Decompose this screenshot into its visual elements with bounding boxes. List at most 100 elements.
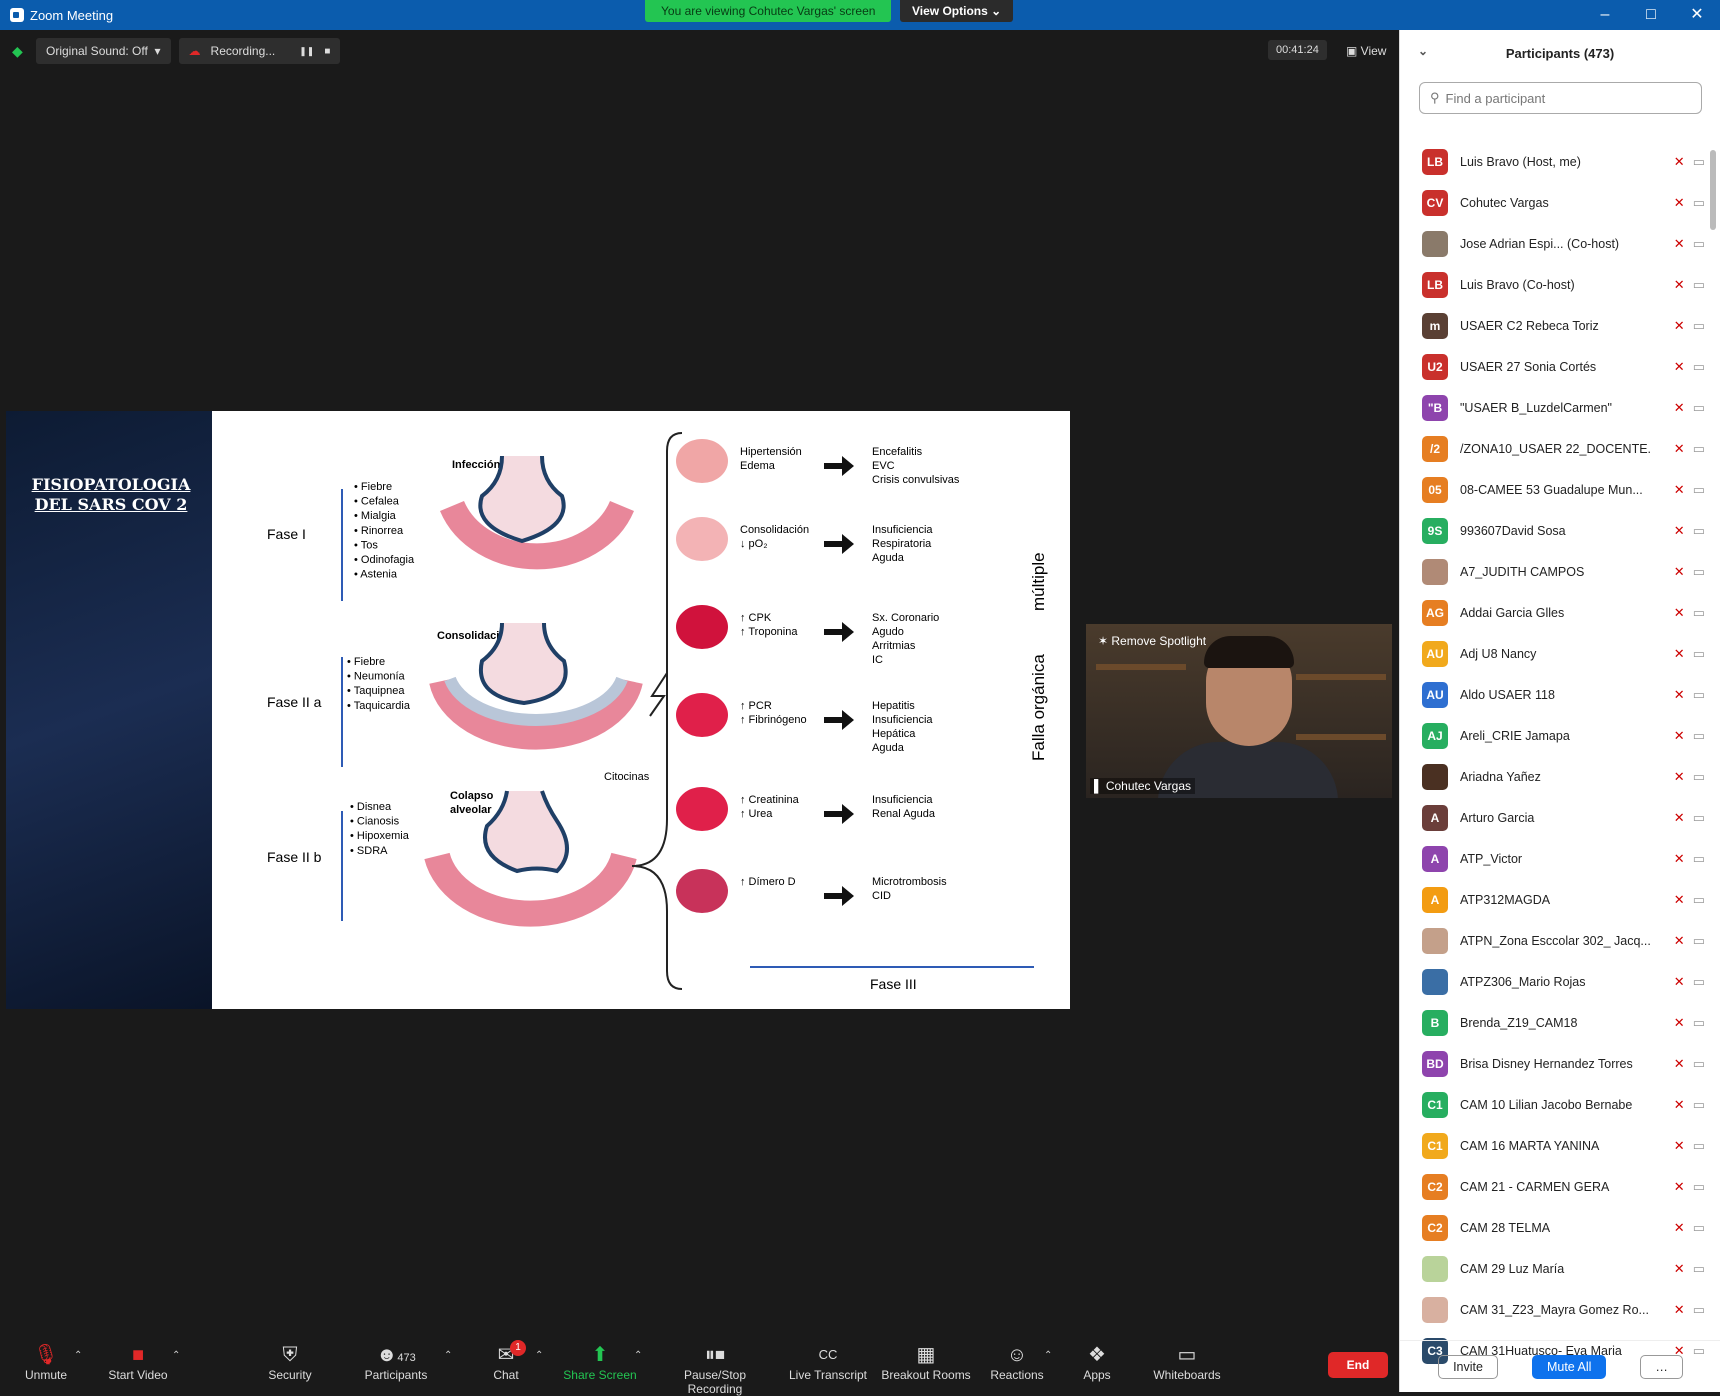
participant-row[interactable]: ATPN_Zona Esccolar 302_ Jacq... ✕ ▭ xyxy=(1400,920,1705,961)
organ-icon xyxy=(676,869,728,913)
share-screen-label: Share Screen xyxy=(563,1368,637,1382)
stop-recording-icon[interactable]: ■ xyxy=(324,46,330,57)
avatar xyxy=(1422,230,1448,257)
participant-name: Jose Adrian Espi... (Co-host) xyxy=(1460,236,1620,251)
participants-button[interactable]: ☻473 Participants xyxy=(346,1342,446,1382)
participant-row[interactable]: A ATP312MAGDA ✕ ▭ xyxy=(1400,879,1705,920)
original-sound-toggle[interactable]: Original Sound: Off ▾ xyxy=(36,38,171,64)
participant-row[interactable]: Jose Adrian Espi... (Co-host) ✕ ▭ xyxy=(1400,223,1705,264)
participant-row[interactable]: 05 08-CAMEE 53 Guadalupe Mun... ✕ ▭ xyxy=(1400,469,1705,510)
participant-name: Arturo Garcia xyxy=(1460,810,1535,825)
apps-label: Apps xyxy=(1083,1368,1111,1382)
participant-row[interactable]: CV Cohutec Vargas ✕ ▭ xyxy=(1400,182,1705,223)
participant-row[interactable]: AU Adj U8 Nancy ✕ ▭ xyxy=(1400,633,1705,674)
participant-row[interactable]: AJ Areli_CRIE Jamapa ✕ ▭ xyxy=(1400,715,1705,756)
participant-row[interactable]: /2 /ZONA10_USAER 22_DOCENTE... ✕ ▭ xyxy=(1400,428,1705,469)
view-label: View xyxy=(1360,44,1387,58)
organ-icon xyxy=(676,517,728,561)
end-meeting-button[interactable]: End xyxy=(1328,1352,1388,1378)
remove-spotlight-button[interactable]: ✶ Remove Spotlight xyxy=(1098,634,1206,648)
search-icon: ⚲ xyxy=(1430,90,1440,105)
participants-caret-icon[interactable]: ⌃ xyxy=(444,1350,452,1361)
participant-row[interactable]: B Brenda_Z19_CAM18 ✕ ▭ xyxy=(1400,1002,1705,1043)
start-video-label: Start Video xyxy=(108,1368,168,1382)
close-button[interactable]: ✕ xyxy=(1674,0,1720,30)
outcome-text: Insuficiencia xyxy=(872,714,933,726)
video-options-caret-icon[interactable]: ⌃ xyxy=(172,1350,180,1361)
participant-row[interactable]: LB Luis Bravo (Host, me) ✕ ▭ xyxy=(1400,141,1705,182)
symptom-item: • Astenia xyxy=(354,569,398,581)
organ-failure-label: Falla orgánica xyxy=(1029,654,1048,761)
security-button[interactable]: ⛨ Security xyxy=(240,1342,340,1382)
start-video-button[interactable]: ■ Start Video xyxy=(88,1342,188,1382)
cloud-record-icon: ☁ xyxy=(188,44,201,58)
participant-row[interactable]: AU Aldo USAER 118 ✕ ▭ xyxy=(1400,674,1705,715)
participant-row[interactable]: m USAER C2 Rebeca Toriz ✕ ▭ xyxy=(1400,305,1705,346)
participant-row[interactable]: Ariadna Yañez ✕ ▭ xyxy=(1400,756,1705,797)
participants-panel: ⌄ Participants (473) ⚲ Find a participan… xyxy=(1399,30,1720,1392)
scrollbar[interactable] xyxy=(1710,150,1716,230)
mic-muted-icon: ✕ xyxy=(1673,522,1685,538)
view-options-button[interactable]: View Options ⌄ xyxy=(900,0,1014,22)
mic-muted-icon: ✕ xyxy=(1673,1178,1685,1194)
share-caret-icon[interactable]: ⌃ xyxy=(634,1350,642,1361)
apps-button[interactable]: ❖ Apps xyxy=(1047,1342,1147,1382)
invite-button[interactable]: Invite xyxy=(1438,1354,1498,1379)
participant-row[interactable]: CAM 29 Luz María ✕ ▭ xyxy=(1400,1248,1705,1289)
recording-indicator: ☁ Recording... ❚❚ ■ xyxy=(178,38,341,64)
chat-button[interactable]: ✉ 1 Chat xyxy=(456,1340,556,1382)
view-button[interactable]: ▣ View xyxy=(1338,40,1394,62)
phase1-symptoms: • Fiebre • Cefalea • Mialgia • Rinorrea • To… xyxy=(354,481,415,581)
live-transcript-button[interactable]: CC Live Transcript xyxy=(778,1342,878,1382)
participant-row[interactable]: C1 CAM 10 Lilian Jacobo Bernabe ✕ ▭ xyxy=(1400,1084,1705,1125)
mic-muted-icon: ✕ xyxy=(1673,1137,1685,1153)
pause-stop-icon: ⏸⏹ xyxy=(705,1344,725,1366)
participant-row[interactable]: A Arturo Garcia ✕ ▭ xyxy=(1400,797,1705,838)
participant-row[interactable]: C2 CAM 21 - CARMEN GERA ✕ ▭ xyxy=(1400,1166,1705,1207)
participant-row[interactable]: C2 CAM 28 TELMA ✕ ▭ xyxy=(1400,1207,1705,1248)
mic-muted-icon: ✕ xyxy=(1673,317,1685,333)
participant-name: Ariadna Yañez xyxy=(1460,769,1541,784)
participant-row[interactable]: LB Luis Bravo (Co-host) ✕ ▭ xyxy=(1400,264,1705,305)
participant-row[interactable]: 9S 993607David Sosa ✕ ▭ xyxy=(1400,510,1705,551)
participant-row[interactable]: ATPZ306_Mario Rojas ✕ ▭ xyxy=(1400,961,1705,1002)
participant-row[interactable]: AG Addai Garcia Glles ✕ ▭ xyxy=(1400,592,1705,633)
participant-row[interactable]: A ATP_Victor ✕ ▭ xyxy=(1400,838,1705,879)
mic-muted-icon: ✕ xyxy=(1673,932,1685,948)
mic-muted-icon: ✕ xyxy=(1673,153,1685,169)
marker-text: ↓ pO₂ xyxy=(740,538,768,550)
maximize-button[interactable]: □ xyxy=(1628,0,1674,30)
participant-name: "USAER B_LuzdelCarmen" xyxy=(1460,400,1612,415)
participant-row[interactable]: CAM 31_Z23_Mayra Gomez Ro... ✕ ▭ xyxy=(1400,1289,1705,1330)
collapse-chevron-icon[interactable]: ⌄ xyxy=(1418,44,1428,58)
mic-muted-icon: ✕ xyxy=(1673,194,1685,210)
video-icon: ▭ xyxy=(1692,686,1705,702)
chevron-down-icon[interactable]: ▾ xyxy=(155,44,161,58)
outcome-text: Arritmias xyxy=(872,640,916,652)
encryption-shield-icon[interactable]: ◆ xyxy=(12,43,28,59)
participant-row[interactable]: U2 USAER 27 Sonia Cortés ✕ ▭ xyxy=(1400,346,1705,387)
avatar: C2 xyxy=(1422,1214,1448,1241)
more-button[interactable]: … xyxy=(1640,1354,1683,1379)
audio-options-caret-icon[interactable]: ⌃ xyxy=(74,1350,82,1361)
mute-all-button[interactable]: Mute All xyxy=(1531,1354,1607,1379)
participant-row[interactable]: BD Brisa Disney Hernandez Torres ✕ ▭ xyxy=(1400,1043,1705,1084)
participant-row[interactable]: A7_JUDITH CAMPOS ✕ ▭ xyxy=(1400,551,1705,592)
participant-row[interactable]: C1 CAM 16 MARTA YANINA ✕ ▭ xyxy=(1400,1125,1705,1166)
spotlight-video[interactable]: ✶ Remove Spotlight ▌ Cohutec Vargas xyxy=(1086,624,1392,798)
unmute-button[interactable]: 🎙 Unmute xyxy=(0,1342,96,1382)
outcome-text: Crisis convulsivas xyxy=(872,474,960,486)
marker-text: ↑ Troponina xyxy=(740,626,798,638)
breakout-rooms-button[interactable]: ▦ Breakout Rooms xyxy=(876,1342,976,1382)
participant-row[interactable]: "B "USAER B_LuzdelCarmen" ✕ ▭ xyxy=(1400,387,1705,428)
avatar: "B xyxy=(1422,394,1448,421)
pause-stop-recording-button[interactable]: ⏸⏹ Pause/Stop Recording xyxy=(655,1342,775,1396)
pause-recording-icon[interactable]: ❚❚ xyxy=(299,46,314,57)
chat-caret-icon[interactable]: ⌃ xyxy=(535,1350,543,1361)
minimize-button[interactable]: – xyxy=(1582,0,1628,30)
share-screen-button[interactable]: ⬆ Share Screen xyxy=(550,1342,650,1382)
mic-muted-icon: ✕ xyxy=(1673,399,1685,415)
whiteboards-button[interactable]: ▭ Whiteboards xyxy=(1137,1342,1237,1382)
avatar: LB xyxy=(1422,148,1448,175)
participant-search-input[interactable]: ⚲ Find a participant xyxy=(1419,82,1702,114)
